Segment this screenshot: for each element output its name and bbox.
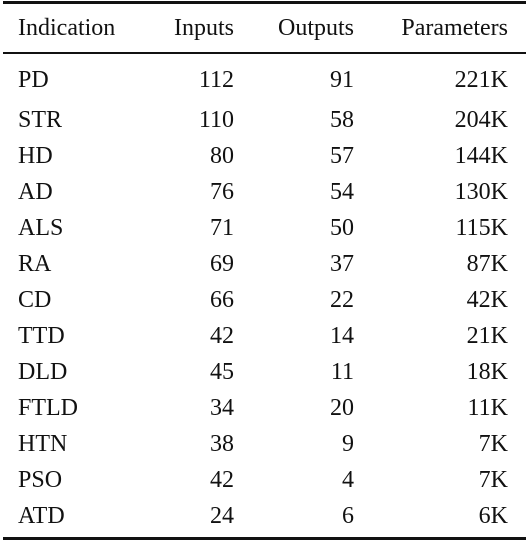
cell-indication: ATD xyxy=(18,502,65,529)
cell-outputs: 37 xyxy=(330,250,354,277)
table-header: Indication Inputs Outputs Parameters xyxy=(0,6,508,50)
cell-outputs: 9 xyxy=(342,430,354,457)
cell-indication: PD xyxy=(18,66,49,93)
table-row: TTD 42 14 21K xyxy=(0,318,508,354)
cell-outputs: 6 xyxy=(342,502,354,529)
table-row: CD 66 22 42K xyxy=(0,282,508,318)
cell-parameters: 7K xyxy=(478,430,508,457)
cell-outputs: 91 xyxy=(330,66,354,93)
cell-inputs: 71 xyxy=(210,214,234,241)
cell-outputs: 50 xyxy=(330,214,354,241)
top-rule xyxy=(3,1,526,4)
cell-inputs: 80 xyxy=(210,142,234,169)
cell-outputs: 54 xyxy=(330,178,354,205)
cell-indication: RA xyxy=(18,250,52,277)
bottom-rule xyxy=(3,537,526,540)
cell-indication: PSO xyxy=(18,466,63,493)
table-row: PSO 42 4 7K xyxy=(0,462,508,498)
cell-inputs: 24 xyxy=(210,502,234,529)
header-parameters: Parameters xyxy=(401,14,508,41)
header-indication: Indication xyxy=(18,14,116,41)
cell-parameters: 115K xyxy=(455,214,508,241)
cell-parameters: 204K xyxy=(454,106,508,133)
table-row: HTN 38 9 7K xyxy=(0,426,508,462)
cell-inputs: 76 xyxy=(210,178,234,205)
cell-inputs: 110 xyxy=(198,106,234,133)
cell-outputs: 58 xyxy=(330,106,354,133)
cell-inputs: 66 xyxy=(210,286,234,313)
table-row: AD 76 54 130K xyxy=(0,174,508,210)
cell-outputs: 57 xyxy=(330,142,354,169)
cell-indication: HD xyxy=(18,142,53,169)
table-body: PD 112 91 221K STR 110 58 204K HD 80 57 144K AD 76 54 1… xyxy=(0,50,508,534)
header-row: Indication Inputs Outputs Parameters xyxy=(0,6,508,50)
cell-indication: DLD xyxy=(18,358,68,385)
table-row: STR 110 58 204K xyxy=(0,102,508,138)
cell-inputs: 42 xyxy=(210,322,234,349)
cell-parameters: 18K xyxy=(466,358,508,385)
cell-inputs: 45 xyxy=(210,358,234,385)
cell-outputs: 4 xyxy=(342,466,354,493)
table-row: RA 69 37 87K xyxy=(0,246,508,282)
cell-parameters: 221K xyxy=(454,66,508,93)
table-row: FTLD 34 20 11K xyxy=(0,390,508,426)
cell-parameters: 11K xyxy=(467,394,508,421)
cell-indication: HTN xyxy=(18,430,68,457)
cell-indication: AD xyxy=(18,178,53,205)
cell-inputs: 42 xyxy=(210,466,234,493)
cell-indication: TTD xyxy=(18,322,65,349)
cell-parameters: 144K xyxy=(454,142,508,169)
cell-indication: FTLD xyxy=(18,394,78,421)
cell-parameters: 87K xyxy=(466,250,508,277)
cell-outputs: 22 xyxy=(330,286,354,313)
cell-parameters: 130K xyxy=(454,178,508,205)
table-row: ATD 24 6 6K xyxy=(0,498,508,534)
header-outputs: Outputs xyxy=(277,14,354,41)
cell-indication: STR xyxy=(18,106,63,133)
cell-inputs: 34 xyxy=(210,394,234,421)
table-row: HD 80 57 144K xyxy=(0,138,508,174)
cell-inputs: 69 xyxy=(210,250,234,277)
cell-indication: ALS xyxy=(18,214,64,241)
cell-parameters: 21K xyxy=(466,322,508,349)
cell-outputs: 14 xyxy=(330,322,354,349)
header-inputs: Inputs xyxy=(174,14,234,41)
data-table: Indication Inputs Outputs Parameters PD 1… xyxy=(0,6,508,534)
cell-outputs: 11 xyxy=(330,358,354,385)
cell-parameters: 6K xyxy=(478,502,508,529)
cell-parameters: 7K xyxy=(478,466,508,493)
cell-inputs: 38 xyxy=(210,430,234,457)
indication-table: Indication Inputs Outputs Parameters PD 1… xyxy=(0,0,528,542)
table-row: ALS 71 50 115K xyxy=(0,210,508,246)
table-row: DLD 45 11 18K xyxy=(0,354,508,390)
cell-parameters: 42K xyxy=(466,286,508,313)
table-row: PD 112 91 221K xyxy=(0,50,508,102)
cell-inputs: 112 xyxy=(198,66,234,93)
cell-indication: CD xyxy=(18,286,52,313)
cell-outputs: 20 xyxy=(330,394,354,421)
